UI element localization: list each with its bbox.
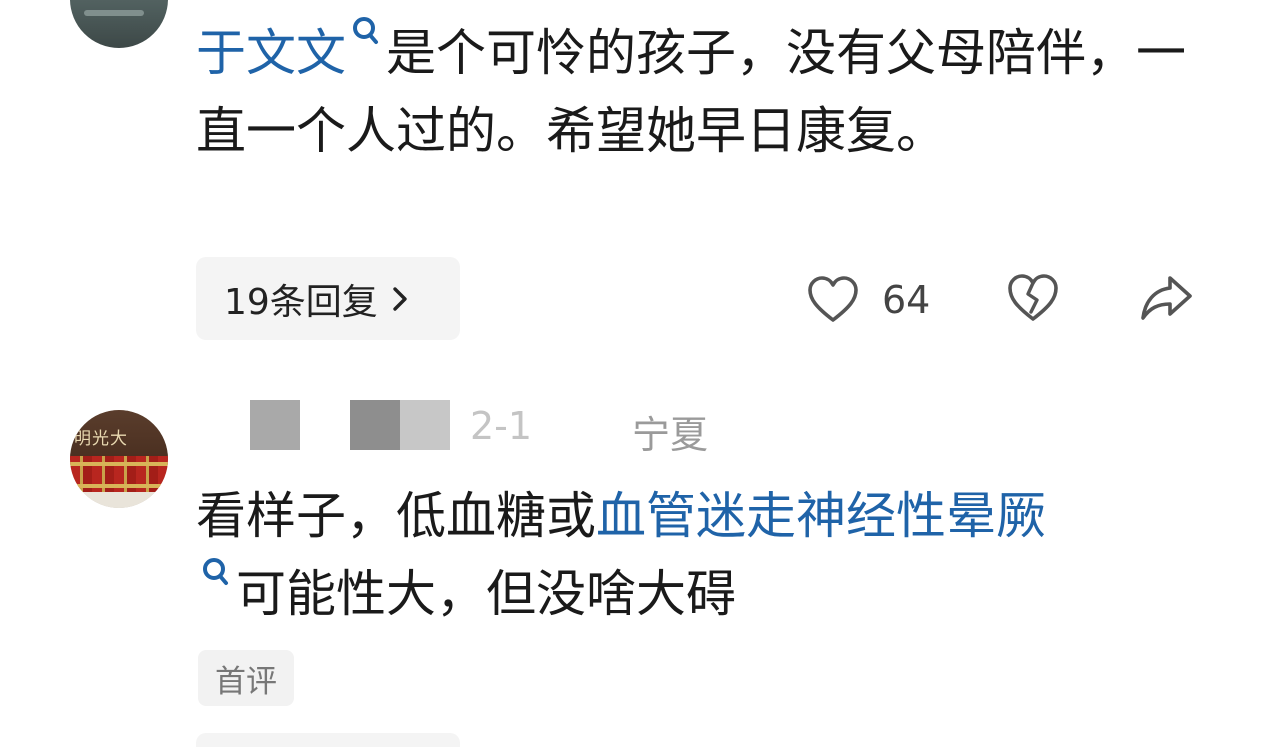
share-icon xyxy=(1141,276,1192,320)
comment-location: 宁夏 xyxy=(632,413,709,457)
view-replies-button[interactable]: 19条回复 xyxy=(196,257,460,340)
avatar-frieze-band xyxy=(70,484,168,488)
dislike-button[interactable] xyxy=(1006,272,1060,328)
share-button[interactable] xyxy=(1138,272,1194,328)
avatar-image-detail xyxy=(84,10,144,16)
first-comment-badge: 首评 xyxy=(198,650,294,706)
search-icon xyxy=(353,17,378,44)
heart-icon xyxy=(808,276,858,322)
like-count: 64 xyxy=(882,278,931,322)
comment-date: 2-1 xyxy=(470,404,533,448)
keyword-link[interactable]: 于文文 xyxy=(196,24,346,82)
search-icon xyxy=(203,558,228,585)
comment-text: 于文文 是个可怜的孩子，没有父母陪伴，一直一个人过的。希望她早日康复。 xyxy=(196,14,1186,170)
keyword-link[interactable]: 血管迷走神经性晕厥 xyxy=(596,487,1046,545)
like-button[interactable]: 64 xyxy=(806,272,930,328)
comment-text: 看样子，低血糖或血管迷走神经性晕厥可能性大，但没啥大碍 xyxy=(196,477,1186,633)
comment-body: 看样子，低血糖或 xyxy=(196,487,596,545)
avatar[interactable] xyxy=(70,0,168,48)
avatar-sign-text: 明光大 xyxy=(74,429,128,449)
view-replies-button[interactable] xyxy=(196,733,460,747)
redacted-username xyxy=(350,400,400,450)
avatar[interactable]: 明光大 xyxy=(70,410,168,508)
redacted-username xyxy=(250,400,300,450)
chevron-right-icon xyxy=(393,286,407,311)
avatar-base xyxy=(70,492,168,508)
redacted-username xyxy=(400,400,450,450)
avatar-frieze-band xyxy=(70,462,168,466)
comment-body: 可能性大，但没啥大碍 xyxy=(236,565,736,623)
broken-heart-icon xyxy=(1008,274,1058,321)
comment-list: 于文文 是个可怜的孩子，没有父母陪伴，一直一个人过的。希望她早日康复。 19条回复… xyxy=(0,0,1264,747)
replies-label: 19条回复 xyxy=(224,281,378,323)
